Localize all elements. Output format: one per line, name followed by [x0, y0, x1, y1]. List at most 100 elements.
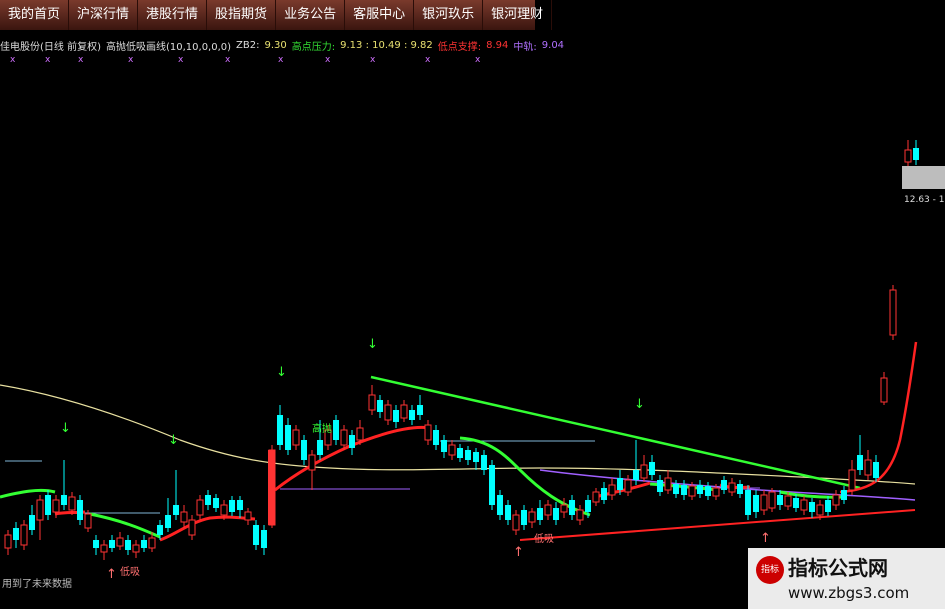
watermark-url: www.zbgs3.com: [788, 584, 910, 602]
candle-body: [904, 149, 912, 163]
candle-body: [537, 508, 543, 520]
candle-body: [148, 537, 156, 549]
svg-text:x: x: [128, 55, 134, 65]
candle-body: [688, 485, 696, 497]
candle-body: [277, 415, 283, 445]
resistance-line: [370, 375, 861, 490]
svg-text:x: x: [475, 55, 481, 65]
candle-body: [664, 477, 672, 491]
candle-body: [640, 464, 648, 479]
candle-body: [77, 500, 83, 520]
menu-item[interactable]: 我的首页: [0, 0, 70, 30]
candle-body: [841, 490, 847, 500]
candle-body: [569, 500, 575, 515]
candle-body: [285, 425, 291, 450]
stock-name: 佳电股份(日线 前复权): [0, 41, 101, 53]
candle-body: [109, 540, 115, 548]
high-sell-label: 高抛: [312, 424, 332, 435]
sell-arrow-icon: ↓: [60, 421, 71, 436]
candle-body: [889, 289, 897, 336]
candle-body: [481, 455, 487, 470]
candle-body: [497, 495, 503, 515]
candle-body: [585, 500, 591, 512]
candle-body: [560, 504, 568, 513]
menu-item[interactable]: 银河理财: [483, 0, 553, 30]
candle-body: [417, 405, 423, 415]
candle-body: [705, 486, 711, 496]
candle-body: [576, 509, 584, 521]
candle-body: [317, 440, 323, 455]
right-scale-box: [902, 166, 945, 189]
candle-body: [793, 498, 799, 508]
menu-item[interactable]: 股指期货: [207, 0, 277, 30]
low-buy-label-1: 低吸: [120, 567, 140, 578]
candle-body: [29, 515, 35, 530]
candle-body: [393, 410, 399, 422]
menu-item[interactable]: 银河玖乐: [414, 0, 484, 30]
menu-bar: 我的首页 沪深行情 港股行情 股指期货 业务公告 客服中心 银河玖乐 银河理财: [0, 0, 553, 30]
candle-body: [777, 495, 783, 505]
candle-body: [268, 450, 275, 525]
candle-body: [913, 148, 919, 160]
menu-item[interactable]: 业务公告: [276, 0, 346, 30]
candle-body: [220, 504, 228, 516]
candle-body: [633, 470, 639, 480]
sell-arrow-icon: ↓: [168, 433, 179, 448]
candle-body: [681, 485, 687, 495]
candle-body: [61, 495, 67, 505]
candle-body: [93, 540, 99, 548]
mid-rail-label: 中轨:: [513, 41, 537, 53]
candle-body: [188, 519, 196, 536]
svg-text:x: x: [425, 55, 431, 65]
sell-arrow-icon: ↓: [367, 337, 378, 352]
candle-body: [213, 498, 219, 508]
candle-body: [728, 482, 736, 493]
candle-body: [180, 511, 188, 523]
candle-body: [377, 400, 383, 412]
candle-body: [20, 524, 28, 546]
candle-body: [253, 525, 259, 545]
candle-body: [745, 490, 751, 515]
menu-item[interactable]: 港股行情: [138, 0, 208, 30]
candle-body: [349, 435, 355, 448]
candle-body: [649, 462, 655, 475]
candle-body: [848, 469, 856, 491]
menu-item[interactable]: 客服中心: [345, 0, 415, 30]
candle-body: [356, 427, 364, 441]
low-support-label: 低点支撑:: [437, 41, 482, 53]
candle-body: [4, 534, 12, 549]
buy-arrow-icon: ↑: [513, 545, 524, 560]
low-support-value: 8.94: [486, 39, 509, 51]
high-pressure-label: 高点压力:: [291, 41, 336, 53]
candle-body: [84, 513, 92, 529]
candle-body: [624, 479, 632, 493]
candle-body: [608, 484, 616, 496]
candle-body: [673, 484, 679, 494]
candle-body: [165, 515, 171, 528]
indicator-info-bar: 佳电股份(日线 前复权) 高抛低吸画线(10,10,0,0,0) ZB2: 9.…: [0, 36, 564, 54]
candle-body: [308, 454, 316, 471]
future-data-note: 用到了未来数据: [2, 579, 72, 590]
candle-body: [880, 377, 888, 403]
candle-body: [816, 504, 824, 516]
candle-body: [768, 491, 776, 509]
svg-text:x: x: [325, 55, 331, 65]
candle-body: [760, 494, 768, 511]
candle-body: [157, 525, 163, 535]
candle-body: [441, 440, 447, 452]
red-segment-2: [159, 515, 256, 542]
candle-body: [45, 495, 51, 515]
svg-text:x: x: [178, 55, 184, 65]
candle-body: [433, 430, 439, 445]
candle-body: [592, 491, 600, 503]
svg-text:x: x: [78, 55, 84, 65]
green-segment-2: [89, 512, 161, 539]
right-scale-text: 12.63 - 1: [904, 195, 945, 205]
watermark-title: 指标公式网: [788, 556, 888, 580]
candle-body: [196, 499, 204, 516]
candle-body: [784, 495, 792, 507]
price-chart[interactable]: ↓ ↓ ↓ ↓ ↓ ↑ ↑ ↑ x x x x x x x x x x x: [0, 0, 945, 609]
candle-body: [424, 424, 432, 441]
candle-body: [205, 495, 211, 505]
menu-item[interactable]: 沪深行情: [69, 0, 139, 30]
